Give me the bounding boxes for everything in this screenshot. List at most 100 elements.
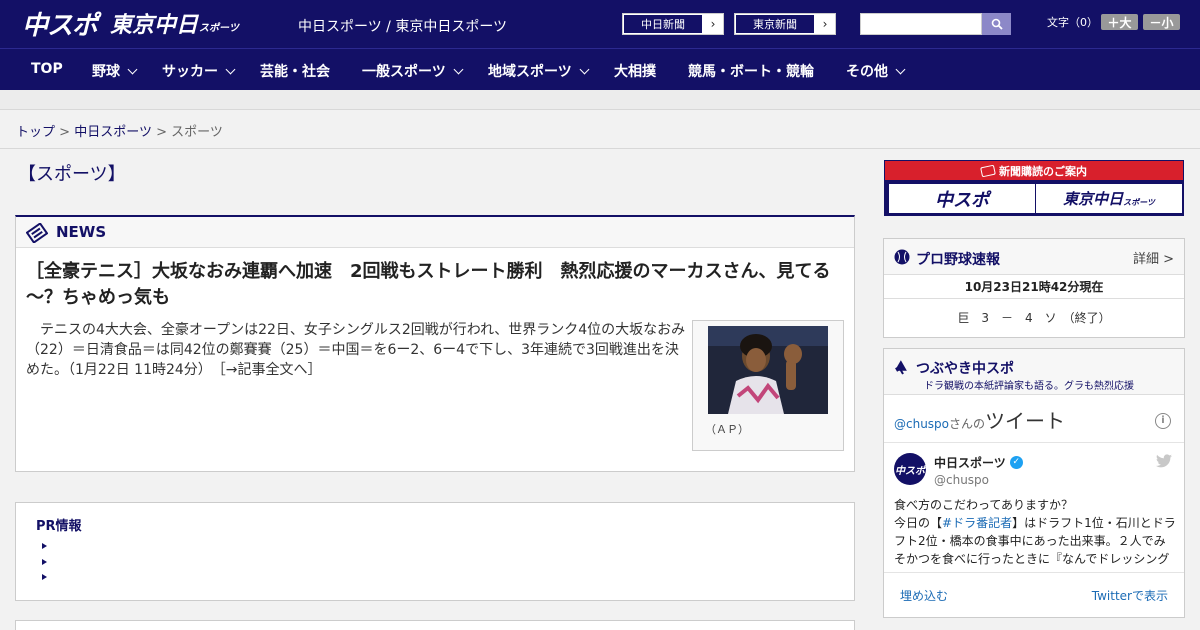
chuspo-logo[interactable]: 中スポ	[22, 8, 98, 41]
bullet-arrow-icon	[42, 559, 47, 565]
tweet-text-pre: 今日の【	[894, 516, 943, 530]
breadcrumb-separator: >	[156, 125, 167, 140]
nav-label: 大相撲	[614, 64, 656, 80]
tweet-author[interactable]: 中日スポーツ ✓	[934, 454, 1023, 471]
chuspo-logo-text: 中スポ	[22, 10, 98, 41]
tweet-header: つぶやき中スポ ドラ観戦の本紙評論家も語る。グラも熱烈応援	[884, 349, 1184, 395]
news-photo-frame[interactable]: （ＡＰ）	[692, 320, 844, 451]
bullet-arrow-icon	[42, 574, 47, 580]
news-headline[interactable]: ［全豪テニス］大坂なおみ連覇へ加速 2回戦もストレート勝利 熱烈応援のマーカスさ…	[26, 259, 841, 311]
chevron-right-icon: ›	[822, 17, 828, 31]
verified-badge-icon: ✓	[1009, 456, 1023, 469]
breadcrumb-bar: トップ > 中日スポーツ > スポーツ	[0, 111, 1200, 149]
nav-item-soccer[interactable]: サッカー	[162, 61, 236, 81]
megaphone-icon	[895, 360, 907, 375]
embed-link[interactable]: 埋め込む	[900, 587, 948, 604]
font-smaller-button[interactable]: －小	[1143, 14, 1180, 30]
bullet-arrow-icon	[42, 543, 47, 549]
chunichi-shimbun-label: 中日新聞	[623, 14, 703, 34]
breadcrumb-chunichi-link[interactable]: 中日スポーツ	[74, 125, 152, 140]
tweet-footer: 埋め込む Twitterで表示	[884, 572, 1184, 618]
nav-item-sumo[interactable]: 大相撲	[614, 61, 656, 81]
chevron-down-icon	[127, 64, 138, 74]
breadcrumb-separator: >	[59, 125, 71, 140]
site-links[interactable]: 中日スポーツ / 東京中日スポーツ	[298, 16, 507, 36]
tokyo-shimbun-button[interactable]: 東京新聞 ›	[734, 13, 836, 35]
nav-item-baseball[interactable]: 野球	[92, 61, 138, 81]
photo-caption: （ＡＰ）	[705, 423, 749, 436]
chevron-right-icon: ›	[710, 17, 716, 31]
subscribe-chuspo-button[interactable]: 中スポ	[889, 184, 1035, 213]
tweet-author-name: 中日スポーツ	[934, 456, 1006, 470]
chunichi-shimbun-button[interactable]: 中日新聞 ›	[622, 13, 724, 35]
nav-label: 地域スポーツ	[488, 64, 572, 80]
chevron-down-icon	[579, 64, 590, 74]
tweet-divider	[884, 442, 1184, 443]
nav-item-entertainment[interactable]: 芸能・社会	[260, 61, 330, 81]
baseball-header: プロ野球速報 詳細 >	[884, 239, 1184, 275]
nav-label: TOP	[31, 61, 63, 77]
tweet-heading-suffix: さんの	[949, 417, 986, 431]
chevron-down-icon	[225, 64, 236, 74]
nav-item-regional-sports[interactable]: 地域スポーツ	[488, 61, 590, 81]
nav-label: 野球	[92, 64, 120, 80]
tweet-author-handle[interactable]: @chuspo	[934, 473, 989, 487]
newspaper-icon	[26, 223, 48, 243]
news-photo	[708, 326, 828, 414]
tennis-player-photo	[708, 326, 828, 414]
font-larger-button[interactable]: ＋大	[1101, 14, 1138, 30]
tweet-feed-heading: @chuspoさんのツイート	[894, 405, 1065, 434]
subscription-banner: 新聞購読のご案内 中スポ 東京中日 スポーツ	[884, 160, 1184, 216]
subscription-header: 新聞購読のご案内	[885, 161, 1183, 180]
tweet-widget: つぶやき中スポ ドラ観戦の本紙評論家も語る。グラも熱烈応援 @chuspoさんの…	[883, 348, 1185, 618]
tweet-subtitle: ドラ観戦の本紙評論家も語る。グラも熱烈応援	[924, 381, 1134, 392]
tokyo-logo-text: 東京中日	[110, 13, 199, 38]
nav-item-general-sports[interactable]: 一般スポーツ	[362, 61, 464, 81]
nav-item-other[interactable]: その他	[846, 61, 906, 81]
news-label: NEWS	[56, 223, 107, 241]
chevron-down-icon	[895, 64, 906, 74]
tweet-title: つぶやき中スポ	[916, 361, 1014, 377]
pr-section: PR情報	[15, 502, 855, 601]
top-header: 中スポ 東京中日 スポーツ 中日スポーツ / 東京中日スポーツ 中日新聞 › 東京…	[0, 0, 1200, 48]
main-nav: TOP 野球 サッカー 芸能・社会 一般スポーツ 地域スポーツ 大相撲 競馬・ボ…	[0, 48, 1200, 90]
baseball-timestamp: 10月23日21時42分現在	[884, 275, 1184, 299]
search-button[interactable]	[982, 13, 1011, 35]
font-size-label: 文字（0）	[1047, 16, 1098, 29]
nav-label: 競馬・ボート・競輪	[688, 64, 814, 80]
baseball-detail-link[interactable]: 詳細 >	[1133, 248, 1174, 267]
baseball-score[interactable]: 巨 3 － 4 ソ （終了）	[884, 309, 1184, 326]
header-band	[0, 90, 1200, 110]
tweet-hashtag-link[interactable]: #ドラ番記者	[942, 516, 1012, 530]
nav-item-racing[interactable]: 競馬・ボート・競輪	[688, 61, 814, 81]
view-on-twitter-link[interactable]: Twitterで表示	[1092, 587, 1168, 604]
nav-item-top[interactable]: TOP	[31, 61, 63, 77]
subscribe-tokyo-small: スポーツ	[1123, 198, 1155, 207]
twitter-bird-icon[interactable]	[1156, 454, 1172, 468]
baseball-widget: プロ野球速報 詳細 > 10月23日21時42分現在 巨 3 － 4 ソ （終了…	[883, 238, 1185, 338]
tokyo-logo-small: スポーツ	[199, 23, 239, 34]
tweet-text-line: 食べ方のこだわってありますか？	[894, 498, 1074, 512]
breadcrumb-top-link[interactable]: トップ	[16, 125, 55, 140]
ticket-icon	[980, 164, 996, 177]
news-section: NEWS ［全豪テニス］大坂なおみ連覇へ加速 2回戦もストレート勝利 熱烈応援の…	[15, 215, 855, 472]
tweet-handle-link[interactable]: @chuspo	[894, 417, 949, 431]
chevron-down-icon	[453, 64, 464, 74]
search-icon	[991, 18, 1003, 30]
news-article-body[interactable]: テニスの4大大会、全豪オープンは22日、女子シングルス2回戦が行われ、世界ランク…	[26, 320, 686, 380]
nav-label: 一般スポーツ	[362, 64, 446, 80]
info-icon[interactable]: i	[1155, 413, 1171, 429]
search-input[interactable]	[860, 13, 982, 35]
nav-label: サッカー	[162, 64, 218, 80]
breadcrumb: トップ > 中日スポーツ > スポーツ	[16, 121, 223, 140]
tweet-heading-big: ツイート	[985, 409, 1066, 433]
tokyo-chunichi-logo[interactable]: 東京中日 スポーツ	[110, 8, 239, 38]
subscription-title: 新聞購読のご案内	[999, 164, 1087, 178]
avatar[interactable]: 中スポ	[894, 453, 926, 485]
baseball-icon	[894, 249, 910, 265]
tweet-text: 食べ方のこだわってありますか？ 今日の【#ドラ番記者】はドラフト1位・石川とドラ…	[894, 496, 1176, 568]
tokyo-shimbun-label: 東京新聞	[735, 14, 815, 34]
subscribe-tokyo-button[interactable]: 東京中日 スポーツ	[1036, 184, 1182, 213]
nav-label: 芸能・社会	[260, 64, 330, 80]
baseball-title: プロ野球速報	[916, 252, 1000, 268]
